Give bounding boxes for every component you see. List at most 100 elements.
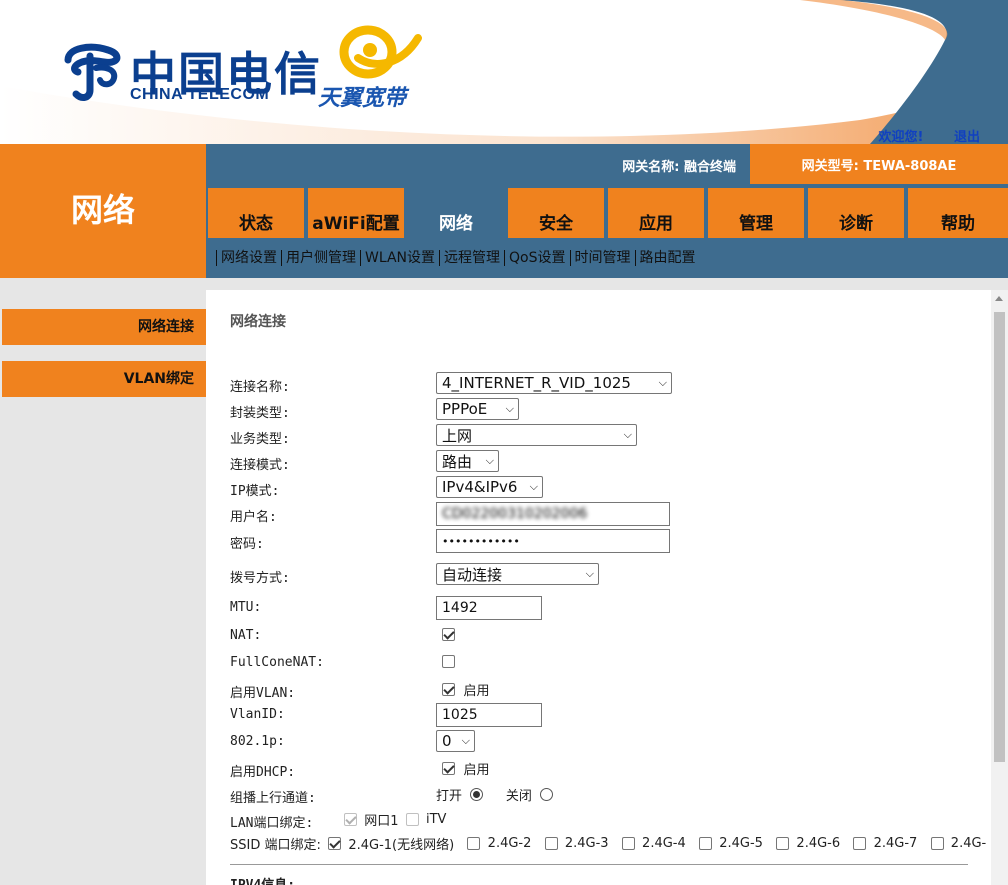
ssid-checkbox-5[interactable] — [699, 837, 712, 850]
username-value: CD02200310202006 — [442, 506, 588, 522]
ssid-checkbox-7[interactable] — [853, 837, 867, 850]
row-nat: NAT: — [206, 624, 991, 648]
service-select[interactable]: 上网 ⌵ — [436, 424, 637, 446]
ssid-checkbox-1[interactable] — [328, 837, 342, 850]
username-label: 用户名: — [230, 510, 277, 525]
logout-link[interactable]: 退出 — [954, 130, 980, 144]
fullcone-label: FullConeNAT: — [230, 655, 324, 670]
row-8021p: 802.1p: 0 ⌵ — [206, 730, 991, 754]
subnav-remote[interactable]: 远程管理 — [439, 250, 504, 266]
ssid-checkbox-2[interactable] — [467, 837, 481, 850]
nat-checkbox[interactable] — [442, 627, 455, 641]
content-panel: 网络连接 连接名称: 4_INTERNET_R_VID_1025 ⌵ 封装类型:… — [206, 290, 991, 885]
mode-value: 路由 — [442, 452, 473, 471]
tab-diagnose[interactable]: 诊断 — [808, 188, 904, 238]
sub-navigation: 网络设置 用户侧管理 WLAN设置 远程管理 QoS设置 时间管理 路由配置 — [206, 238, 1008, 278]
row-service: 业务类型: 上网 ⌵ — [206, 424, 991, 448]
connection-name-label: 连接名称: — [230, 380, 290, 395]
ssid-checkbox-8[interactable] — [930, 837, 944, 850]
lan-bind-label: LAN端口绑定: — [230, 816, 314, 831]
dial-label: 拨号方式: — [230, 571, 290, 586]
row-mode: 连接模式: 路由 ⌵ — [206, 450, 991, 474]
ssid-text-8: 2.4G- — [950, 836, 987, 851]
multicast-off-radio[interactable] — [540, 788, 554, 801]
dhcp-checkbox[interactable] — [442, 762, 455, 775]
ssid-bind-label: SSID 端口绑定: — [230, 838, 321, 853]
tianyi-broadband-logo: 天翼宽带 — [318, 24, 428, 114]
subnav-time[interactable]: 时间管理 — [569, 250, 635, 266]
connection-name-select[interactable]: 4_INTERNET_R_VID_1025 ⌵ — [436, 372, 672, 394]
section-title: 网络 — [0, 144, 206, 278]
gateway-model: 网关型号: TEWA-808AE — [750, 144, 1008, 184]
scrollbar-thumb[interactable] — [994, 312, 1005, 762]
dot1p-select[interactable]: 0 ⌵ — [436, 730, 475, 752]
password-label: 密码: — [230, 537, 264, 552]
password-input[interactable]: •••••••••••• — [436, 529, 670, 553]
vlan-enable-text: 启用 — [463, 684, 490, 699]
vlan-label: 启用VLAN: — [230, 686, 296, 701]
multicast-on-radio[interactable] — [470, 788, 484, 801]
dhcp-label: 启用DHCP: — [230, 765, 296, 780]
subnav-routing[interactable]: 路由配置 — [634, 250, 700, 266]
dial-select[interactable]: 自动连接 ⌵ — [436, 563, 599, 585]
sidebar-item-network-connection[interactable]: 网络连接 — [2, 309, 206, 345]
row-vlan: 启用VLAN: 启用 — [206, 678, 991, 702]
itv-text: iTV — [425, 812, 447, 827]
tab-status[interactable]: 状态 — [208, 188, 304, 238]
vertical-scrollbar[interactable] — [991, 290, 1008, 885]
encap-label: 封装类型: — [230, 406, 290, 421]
row-ssid-bind: SSID 端口绑定: 2.4G-1(无线网络) 2.4G-2 2.4G-3 2.… — [206, 834, 991, 858]
row-connection-name: 连接名称: 4_INTERNET_R_VID_1025 ⌵ — [206, 372, 991, 396]
dot1p-label: 802.1p: — [230, 734, 285, 749]
lan-port1-checkbox[interactable] — [344, 813, 357, 826]
ssid-checkbox-6[interactable] — [776, 837, 790, 850]
tab-apps[interactable]: 应用 — [608, 188, 704, 238]
encap-value: PPPoE — [442, 400, 488, 418]
subnav-user-side[interactable]: 用户侧管理 — [281, 250, 360, 266]
tab-awifi[interactable]: aWiFi配置 — [308, 188, 404, 238]
tab-security[interactable]: 安全 — [508, 188, 604, 238]
ip-mode-select[interactable]: IPv4&IPv6 ⌵ — [436, 476, 543, 498]
main-tabs: 状态 aWiFi配置 网络 安全 应用 管理 诊断 帮助 — [206, 184, 1008, 238]
connection-name-value: 4_INTERNET_R_VID_1025 — [442, 374, 631, 392]
vlan-checkbox[interactable] — [442, 683, 455, 696]
row-mtu: MTU: 1492 — [206, 596, 991, 620]
tab-network[interactable]: 网络 — [406, 184, 506, 238]
ipv4-section-title: IPV4信息: — [230, 874, 295, 885]
vlanid-label: VlanID: — [230, 707, 285, 722]
gateway-name: 网关名称: 融合终端 — [622, 160, 736, 175]
telecom-emblem-icon — [64, 43, 121, 101]
username-input[interactable]: CD02200310202006 — [436, 502, 670, 526]
sidebar-item-vlan-binding[interactable]: VLAN绑定 — [2, 361, 206, 397]
chevron-down-icon: ⌵ — [485, 454, 494, 467]
itv-checkbox[interactable] — [405, 813, 419, 826]
fullcone-checkbox[interactable] — [442, 654, 455, 668]
mtu-label: MTU: — [230, 600, 262, 615]
mtu-value: 1492 — [442, 600, 478, 616]
subnav-network-settings[interactable]: 网络设置 — [216, 250, 281, 266]
encap-select[interactable]: PPPoE ⌵ — [436, 398, 519, 420]
subnav-qos[interactable]: QoS设置 — [504, 250, 569, 266]
dot1p-value: 0 — [442, 732, 452, 750]
mtu-input[interactable]: 1492 — [436, 596, 542, 620]
dial-value: 自动连接 — [442, 565, 503, 584]
ssid-checkbox-3[interactable] — [544, 837, 558, 850]
vlanid-input[interactable]: 1025 — [436, 703, 542, 727]
multicast-label: 组播上行通道: — [230, 791, 316, 806]
ssid-checkbox-4[interactable] — [621, 837, 635, 850]
row-vlanid: VlanID: 1025 — [206, 703, 991, 727]
welcome-link[interactable]: 欢迎您! — [879, 130, 924, 144]
ssid-text-4: 2.4G-4 — [642, 836, 686, 851]
scroll-up-icon[interactable] — [995, 296, 1003, 301]
dhcp-enable-text: 启用 — [463, 763, 490, 778]
content-frame: 网络连接 连接名称: 4_INTERNET_R_VID_1025 ⌵ 封装类型:… — [206, 278, 1008, 885]
gateway-bar: 网关名称: 融合终端 网关型号: TEWA-808AE — [206, 144, 1008, 184]
ip-mode-label: IP模式: — [230, 484, 280, 499]
row-lan-bind: LAN端口绑定: 网口1 iTV — [206, 808, 991, 832]
tab-help[interactable]: 帮助 — [908, 188, 1008, 238]
brand-text: 天翼宽带 — [318, 86, 407, 111]
subnav-wlan[interactable]: WLAN设置 — [360, 250, 439, 266]
mode-select[interactable]: 路由 ⌵ — [436, 450, 499, 472]
tab-manage[interactable]: 管理 — [708, 188, 804, 238]
row-ip-mode: IP模式: IPv4&IPv6 ⌵ — [206, 476, 991, 500]
